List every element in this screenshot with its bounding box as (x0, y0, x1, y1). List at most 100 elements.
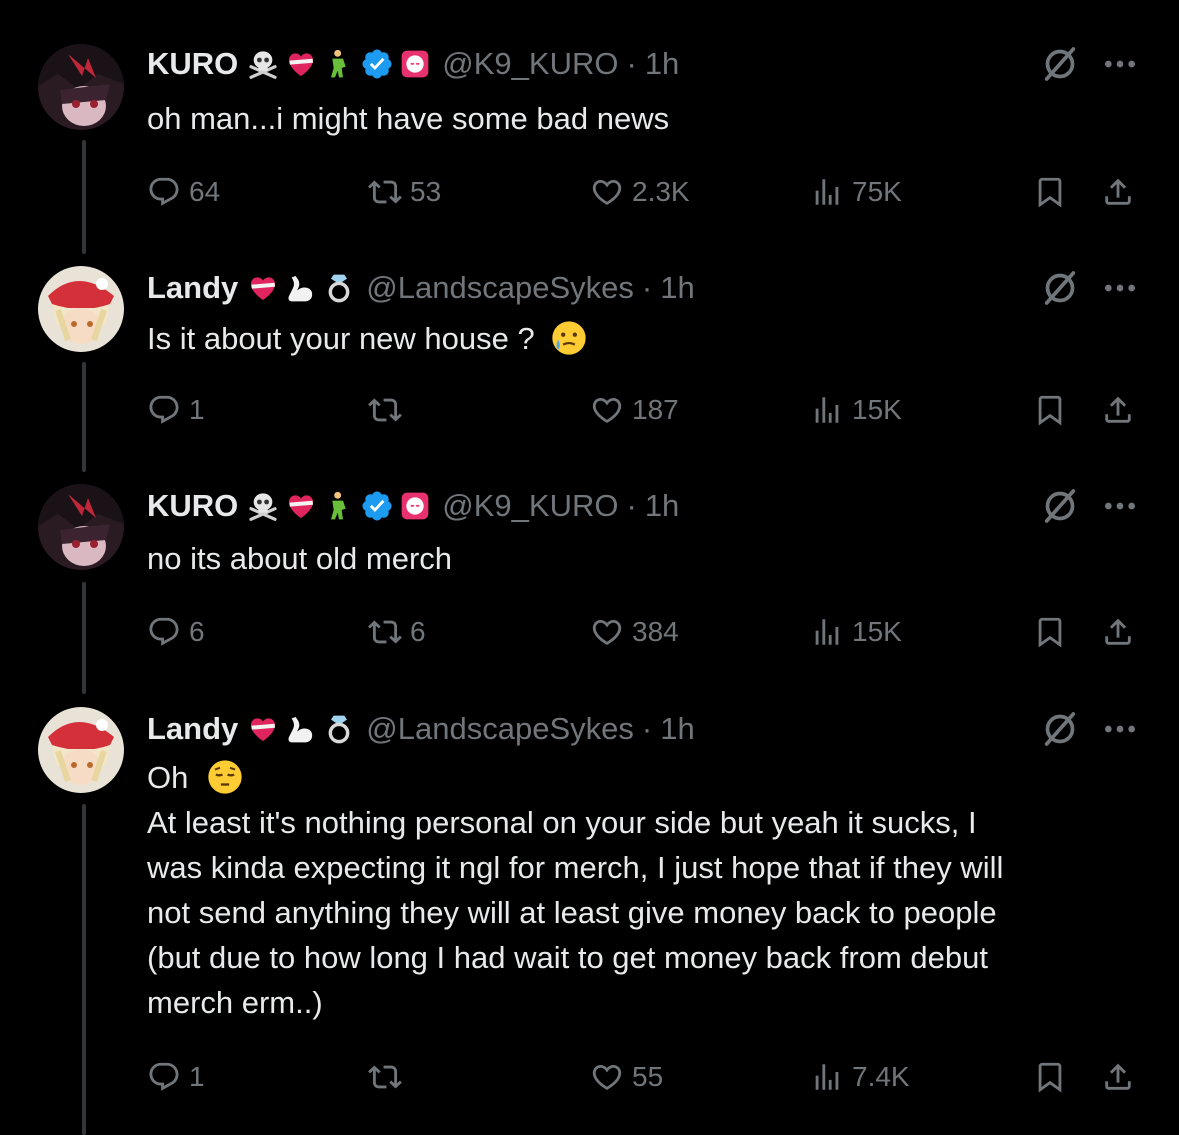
like-count: 384 (632, 616, 679, 647)
repost-count: 53 (410, 176, 442, 207)
reply-icon (147, 1060, 181, 1094)
skull-crossbones-icon (246, 489, 280, 523)
reply-button[interactable]: 1 (147, 1057, 205, 1097)
tweet-text-line: no its about old merch (147, 541, 453, 576)
share-button[interactable] (1101, 1057, 1135, 1097)
tweet-text-line: Is it about your new house ? (147, 321, 535, 356)
bandaged-heart-icon (246, 712, 280, 746)
views-button[interactable]: 75K (810, 172, 902, 212)
timestamp[interactable]: 1h (645, 46, 679, 82)
affiliate-badge-icon[interactable] (398, 47, 432, 81)
share-icon (1101, 175, 1135, 209)
tweet-header: KURO @K9_KURO · 1h (147, 486, 679, 526)
tweet-text-line: Oh (147, 760, 189, 795)
view-count: 7.4K (852, 1061, 910, 1092)
views-icon (810, 175, 844, 209)
author-handle[interactable]: @K9_KURO (442, 46, 618, 82)
author-name[interactable]: Landy (147, 270, 238, 306)
view-count: 15K (852, 394, 902, 425)
verified-badge-icon[interactable] (360, 47, 394, 81)
avatar[interactable] (38, 266, 124, 352)
reply-icon (147, 175, 181, 209)
avatar[interactable] (38, 707, 124, 793)
reply-button[interactable]: 1 (147, 390, 205, 430)
view-count: 75K (852, 176, 902, 207)
bookmark-button[interactable] (1033, 1057, 1067, 1097)
grok-icon[interactable] (1040, 709, 1080, 749)
bookmark-button[interactable] (1033, 390, 1067, 430)
face-holding-back-tears-icon (549, 318, 589, 358)
repost-icon (368, 615, 402, 649)
author-name[interactable]: KURO (147, 488, 238, 524)
tweet-text-line: merch erm..) (147, 985, 323, 1020)
share-button[interactable] (1101, 612, 1135, 652)
more-icon[interactable] (1100, 709, 1140, 749)
author-name[interactable]: KURO (147, 46, 238, 82)
repost-icon (368, 175, 402, 209)
action-bar: 6 6 384 15K (0, 612, 1179, 652)
like-button[interactable]: 2.3K (590, 172, 690, 212)
reply-button[interactable]: 6 (147, 612, 205, 652)
author-handle[interactable]: @LandscapeSykes (366, 270, 634, 306)
share-button[interactable] (1101, 390, 1135, 430)
like-button[interactable]: 187 (590, 390, 679, 430)
more-icon[interactable] (1100, 268, 1140, 308)
author-handle[interactable]: @K9_KURO (442, 488, 618, 524)
bookmark-icon (1033, 615, 1067, 649)
more-icon[interactable] (1100, 44, 1140, 84)
bookmark-button[interactable] (1033, 612, 1067, 652)
timestamp[interactable]: 1h (660, 711, 694, 747)
tweet-text-line: not send anything they will at least giv… (147, 895, 997, 930)
heart-icon (590, 1060, 624, 1094)
share-button[interactable] (1101, 172, 1135, 212)
bandaged-heart-icon (284, 489, 318, 523)
reply-icon (147, 615, 181, 649)
repost-button[interactable]: 53 (368, 172, 441, 212)
reply-count: 64 (189, 176, 221, 207)
reply-button[interactable]: 64 (147, 172, 220, 212)
views-button[interactable]: 15K (810, 390, 902, 430)
tweet-header: KURO @K9_KURO · 1h (147, 44, 679, 84)
affiliate-badge-icon[interactable] (398, 489, 432, 523)
repost-icon (368, 393, 402, 427)
author-handle[interactable]: @LandscapeSykes (366, 711, 634, 747)
like-count: 55 (632, 1061, 664, 1092)
skull-crossbones-icon (246, 47, 280, 81)
ring-icon (322, 271, 356, 305)
repost-icon (368, 1060, 402, 1094)
timestamp[interactable]: 1h (645, 488, 679, 524)
tweet-text: no its about old merch (147, 536, 1137, 581)
author-name[interactable]: Landy (147, 711, 238, 747)
grok-icon[interactable] (1040, 486, 1080, 526)
tweet-text-line: oh man...i might have some bad news (147, 101, 670, 136)
bookmark-icon (1033, 1060, 1067, 1094)
like-button[interactable]: 384 (590, 612, 679, 652)
views-button[interactable]: 15K (810, 612, 902, 652)
avatar[interactable] (38, 484, 124, 570)
bookmark-button[interactable] (1033, 172, 1067, 212)
repost-button[interactable] (368, 390, 402, 430)
tweet-header: Landy @LandscapeSykes · 1h (147, 709, 695, 749)
grok-icon[interactable] (1040, 44, 1080, 84)
view-count: 15K (852, 616, 902, 647)
verified-badge-icon[interactable] (360, 489, 394, 523)
grok-icon[interactable] (1040, 268, 1080, 308)
repost-button[interactable] (368, 1057, 402, 1097)
bandaged-heart-icon (284, 47, 318, 81)
views-button[interactable]: 7.4K (810, 1057, 910, 1097)
tweet-text-line: was kinda expecting it ngl for merch, I … (147, 850, 1004, 885)
tweet-text-line: (but due to how long I had wait to get m… (147, 940, 988, 975)
separator: · (641, 711, 653, 746)
tweet-text: Is it about your new house ? (147, 316, 1137, 361)
bookmark-icon (1033, 393, 1067, 427)
flexed-bicep-icon (284, 271, 318, 305)
more-icon[interactable] (1100, 486, 1140, 526)
repost-button[interactable]: 6 (368, 612, 426, 652)
views-icon (810, 615, 844, 649)
like-button[interactable]: 55 (590, 1057, 663, 1097)
timestamp[interactable]: 1h (660, 270, 694, 306)
avatar[interactable] (38, 44, 124, 130)
bandaged-heart-icon (246, 271, 280, 305)
reply-count: 1 (189, 1061, 205, 1092)
reply-count: 1 (189, 394, 205, 425)
